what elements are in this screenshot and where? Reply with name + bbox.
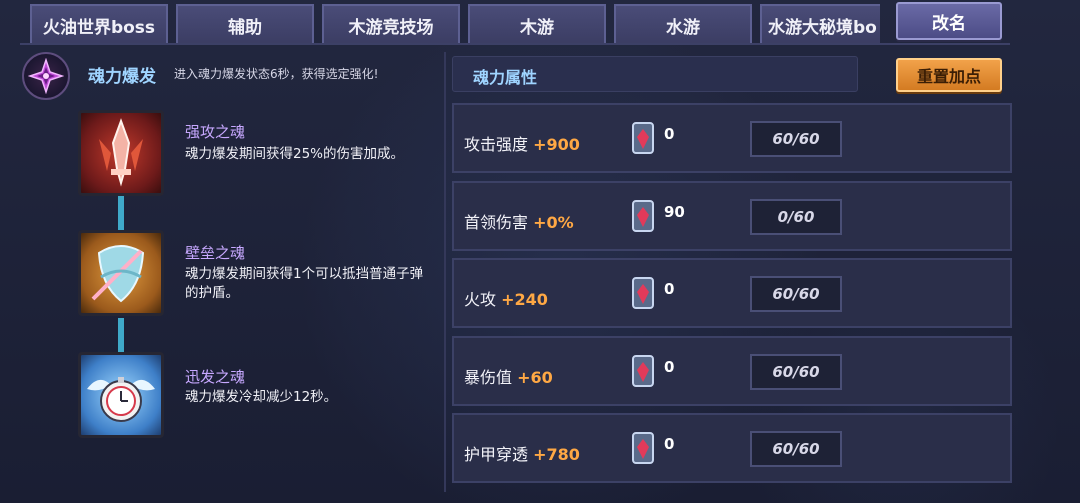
tab-wood-arena[interactable]: 木游竞技场 — [322, 4, 460, 44]
attribute-label: 护甲穿透 +780 — [464, 445, 580, 464]
level-box[interactable]: 60/60 — [750, 354, 842, 390]
tab-water-secret-realm[interactable]: 水游大秘境bo — [760, 4, 880, 44]
soul-burst-title: 魂力爆发 — [88, 67, 156, 87]
attribute-bonus: +780 — [533, 445, 580, 464]
gem-count: 90 — [664, 203, 685, 221]
attribute-bonus: +60 — [517, 368, 553, 387]
talent-description-bulwark: 魂力爆发期间获得1个可以抵挡普通子弹的护盾。 — [185, 266, 424, 301]
attribute-label: 攻击强度 +900 — [464, 135, 580, 154]
level-box[interactable]: 60/60 — [750, 121, 842, 157]
attribute-label: 火攻 +240 — [464, 290, 548, 309]
attribute-bonus: +0% — [533, 213, 574, 232]
attribute-row-crit-damage: 暴伤值 +60 0 60/60 — [452, 336, 1012, 406]
soul-burst-description: 进入魂力爆发状态6秒，获得选定强化! — [174, 67, 379, 81]
talent-connector — [118, 318, 124, 352]
shield-bow-icon[interactable] — [78, 230, 164, 316]
tab-bar: 火油世界boss 辅助 木游竞技场 木游 水游 水游大秘境bo — [30, 4, 880, 44]
level-box[interactable]: 0/60 — [750, 199, 842, 235]
attribute-row-attack-power: 攻击强度 +900 0 60/60 — [452, 103, 1012, 173]
gem-count: 0 — [664, 358, 675, 376]
attribute-header: 魂力属性 — [452, 56, 858, 92]
soul-gem-icon — [632, 200, 654, 232]
tab-divider — [20, 43, 1010, 45]
attribute-row-fire-attack: 火攻 +240 0 60/60 — [452, 258, 1012, 328]
soul-gem-icon — [632, 355, 654, 387]
tab-water[interactable]: 水游 — [614, 4, 752, 44]
flame-sword-icon[interactable] — [78, 110, 164, 196]
talent-name-swift: 迅发之魂 — [185, 368, 246, 386]
level-box[interactable]: 60/60 — [750, 431, 842, 467]
tab-wood[interactable]: 木游 — [468, 4, 606, 44]
attribute-bonus: +240 — [501, 290, 548, 309]
talent-description-strong-attack: 魂力爆发期间获得25%的伤害加成。 — [185, 146, 405, 162]
attribute-bonus: +900 — [533, 135, 580, 154]
rename-button[interactable]: 改名 — [896, 2, 1002, 40]
talent-name-strong-attack: 强攻之魂 — [185, 123, 246, 141]
attribute-row-boss-damage: 首领伤害 +0% 90 0/60 — [452, 181, 1012, 251]
soul-gem-icon — [632, 122, 654, 154]
reset-points-button[interactable]: 重置加点 — [896, 58, 1002, 92]
attribute-header-title: 魂力属性 — [473, 68, 538, 87]
gem-count: 0 — [664, 280, 675, 298]
gem-count: 0 — [664, 125, 675, 143]
soul-burst-icon — [22, 52, 70, 100]
tab-support[interactable]: 辅助 — [176, 4, 314, 44]
attribute-label: 首领伤害 +0% — [464, 213, 574, 232]
clock-wings-icon[interactable] — [78, 352, 164, 438]
attribute-row-armor-penetration: 护甲穿透 +780 0 60/60 — [452, 413, 1012, 483]
talent-connector — [118, 196, 124, 230]
gem-count: 0 — [664, 435, 675, 453]
talent-name-bulwark: 壁垒之魂 — [185, 244, 246, 262]
level-box[interactable]: 60/60 — [750, 276, 842, 312]
attribute-label: 暴伤值 +60 — [464, 368, 553, 387]
talent-description-swift: 魂力爆发冷却减少12秒。 — [185, 389, 338, 405]
soul-gem-icon — [632, 432, 654, 464]
panel-divider — [444, 52, 446, 492]
soul-gem-icon — [632, 277, 654, 309]
tab-fire-oil-world-boss[interactable]: 火油世界boss — [30, 4, 168, 44]
